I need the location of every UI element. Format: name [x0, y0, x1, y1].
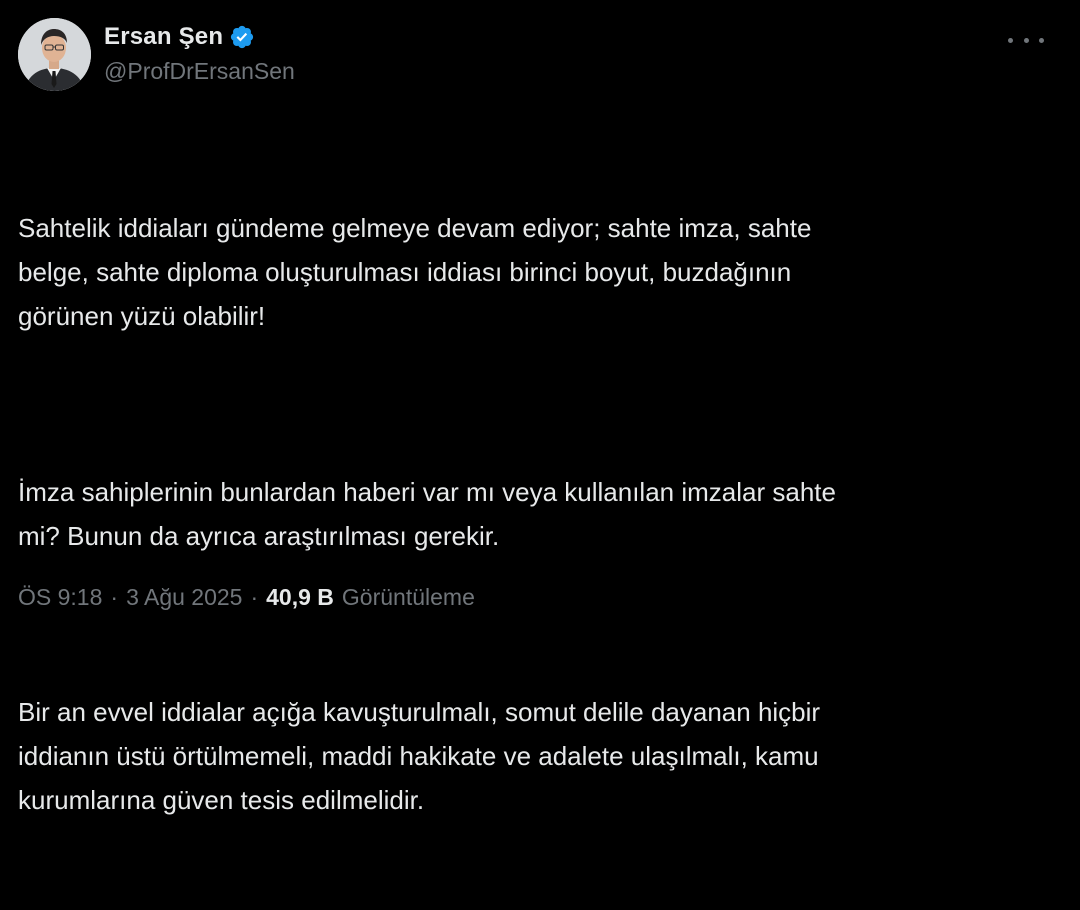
avatar[interactable]: [18, 18, 91, 91]
tweet-text: Sahtelik iddiaları gündeme gelmeye devam…: [18, 118, 1058, 910]
display-name[interactable]: Ersan Şen: [104, 23, 223, 51]
more-dot: [1039, 37, 1044, 43]
tweet-metadata: ÖS 9:18 · 3 Ağu 2025 · 40,9 B Görüntülem…: [18, 584, 475, 611]
tweet-time[interactable]: ÖS 9:18: [18, 584, 102, 611]
tweet-header: Ersan Şen @ProfDrErsanSen: [18, 16, 1062, 96]
tweet-paragraph: İmza sahiplerinin bunlardan haberi var m…: [18, 477, 836, 551]
meta-separator: ·: [110, 584, 119, 610]
display-name-row: Ersan Şen: [104, 20, 295, 54]
more-horizontal-icon[interactable]: [1008, 30, 1044, 50]
author-handle[interactable]: @ProfDrErsanSen: [104, 58, 295, 85]
tweet-paragraph: Bir an evvel iddialar açığa kavuşturulma…: [18, 697, 821, 815]
tweet-paragraph: Sahtelik iddiaları gündeme gelmeye devam…: [18, 213, 812, 331]
meta-separator: ·: [250, 584, 259, 610]
tweet: Ersan Şen @ProfDrErsanSen Sahtelik iddia…: [0, 0, 1080, 815]
views-count[interactable]: 40,9 B: [266, 584, 334, 611]
views-label: Görüntüleme: [341, 584, 475, 610]
author-names: Ersan Şen @ProfDrErsanSen: [104, 20, 295, 85]
verified-badge-icon[interactable]: [229, 24, 255, 50]
tweet-date[interactable]: 3 Ağu 2025: [126, 584, 242, 611]
more-dot: [1008, 37, 1013, 43]
more-dot: [1023, 37, 1029, 43]
avatar-image: [18, 18, 91, 91]
